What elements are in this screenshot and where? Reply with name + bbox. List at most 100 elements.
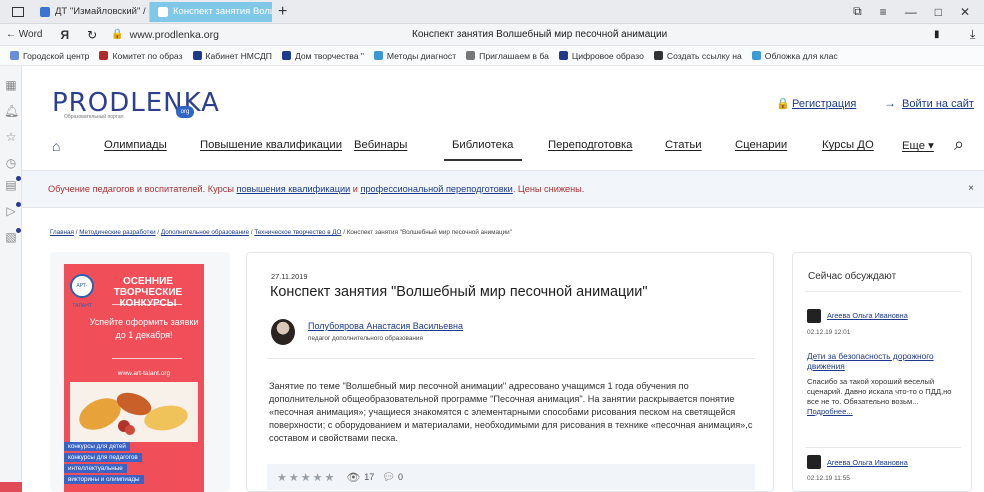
- new-tab-icon[interactable]: +: [278, 3, 287, 21]
- bookmark-label: Городской центр: [23, 50, 90, 61]
- nav-library[interactable]: Библиотека: [452, 139, 513, 151]
- window-controls: ⧉ ≡ — □ ✕: [853, 4, 984, 19]
- tab-favicon-icon: [40, 6, 50, 17]
- home-icon[interactable]: ⌂: [52, 138, 60, 154]
- nav-webinars[interactable]: Вебинары: [354, 139, 407, 151]
- nav-scenarios[interactable]: Сценарии: [735, 139, 787, 151]
- bookmark-label: Приглашаем в ба: [479, 50, 549, 61]
- register-link[interactable]: Регистрация: [792, 98, 856, 110]
- commenter-name[interactable]: Агеева Ольга Ивановна: [827, 311, 908, 320]
- main-nav: ⌂ Олимпиады Повышение квалификации Вебин…: [52, 134, 976, 162]
- reload-icon[interactable]: ↻: [87, 28, 97, 42]
- breadcrumb-current: Конспект занятия "Волшебный мир песочной…: [346, 229, 512, 236]
- article-meta: ★★★★★ 👁︎ 17 💬︎ 0: [267, 464, 755, 490]
- sidebar-toggle-icon[interactable]: [12, 6, 24, 17]
- back-button[interactable]: ← Word: [6, 29, 43, 40]
- divider: [267, 358, 755, 359]
- promo-banner: Обучение педагогов и воспитателей. Курсы…: [22, 170, 984, 208]
- rating-stars[interactable]: ★★★★★: [277, 471, 336, 484]
- bookmark-item[interactable]: Цифровое образо: [558, 50, 644, 61]
- page-title-in-addressbar: Конспект занятия Волшебный мир песочной …: [412, 29, 668, 40]
- bookmark-icon[interactable]: ▮: [934, 29, 940, 40]
- bookmark-item[interactable]: Обложка для клас: [751, 51, 838, 61]
- bookmark-item[interactable]: Приглашаем в ба: [466, 51, 549, 61]
- maximize-icon[interactable]: □: [935, 5, 942, 19]
- commenter-name[interactable]: Агеева Ольга Ивановна: [827, 458, 908, 467]
- bookmark-label: Методы диагност: [386, 50, 457, 61]
- nav-more[interactable]: Еще ▾: [902, 139, 934, 152]
- breadcrumb-link[interactable]: Техническое творчество в ДО: [254, 229, 341, 236]
- breadcrumb-link[interactable]: Дополнительное образование: [161, 229, 249, 236]
- ad-tag: викторины и олимпиады: [64, 475, 144, 484]
- search-icon[interactable]: ⌕: [954, 134, 964, 155]
- banner-link-qualification[interactable]: повышения квалификации: [236, 184, 350, 194]
- comment-icon: 💬︎: [382, 471, 395, 483]
- comment-time: 02.12.19 11:55: [807, 475, 850, 482]
- divider: [805, 291, 961, 292]
- menu-icon[interactable]: ≡: [880, 5, 887, 19]
- bookmark-favicon-icon: [751, 51, 761, 60]
- bookmark-label: Комитет по образ: [112, 50, 183, 61]
- ad-cta: Успейте оформить заявки до 1 декабря!: [89, 317, 199, 340]
- views-count: 17: [364, 472, 375, 482]
- minimize-icon[interactable]: —: [905, 5, 917, 19]
- bookmark-favicon-icon: [466, 51, 476, 60]
- nav-retraining[interactable]: Переподготовка: [548, 139, 632, 151]
- article-card: 27.11.2019 Конспект занятия "Волшебный м…: [246, 252, 774, 492]
- article-title: Конспект занятия "Волшебный мир песочной…: [270, 284, 648, 300]
- clock-icon[interactable]: ◷: [4, 156, 18, 170]
- bookmark-favicon-icon: [192, 51, 202, 60]
- bookmark-item[interactable]: Дом творчества ": [281, 51, 364, 61]
- bookmark-label: Кабинет НМСДП: [205, 50, 272, 61]
- browser-logo[interactable]: Я: [61, 28, 70, 42]
- commenter-avatar[interactable]: [807, 309, 821, 323]
- lock-icon: 🔒: [776, 98, 790, 110]
- bookmark-item[interactable]: Городской центр: [10, 51, 89, 61]
- star-icon[interactable]: ☆: [4, 130, 18, 144]
- collections-icon[interactable]: ▤: [4, 176, 21, 192]
- discussion-article-link[interactable]: Дети за безопасность дорожного движения: [807, 351, 963, 371]
- article-date: 27.11.2019: [271, 272, 308, 281]
- author-avatar[interactable]: [271, 319, 295, 345]
- active-nav-indicator: [444, 159, 522, 161]
- url-text[interactable]: www.prodlenka.org: [130, 29, 219, 41]
- breadcrumb-link[interactable]: Методические разработки: [79, 229, 155, 236]
- bookmark-label: Цифровое образо: [571, 50, 644, 61]
- nav-articles[interactable]: Статьи: [665, 139, 702, 151]
- bookmark-favicon-icon: [373, 51, 383, 60]
- nav-olympiads[interactable]: Олимпиады: [104, 139, 167, 151]
- breadcrumb-link[interactable]: Главная: [50, 229, 74, 236]
- arrow-right-icon: →: [884, 96, 896, 110]
- browser-tab-2[interactable]: Конспект занятия Волш ✕: [150, 1, 272, 22]
- bell-icon[interactable]: 🔔︎: [4, 104, 19, 118]
- author-role: педагог дополнительного образования: [308, 335, 423, 342]
- bookmark-favicon-icon: [558, 51, 568, 60]
- lock-icon[interactable]: 🔒: [111, 29, 123, 40]
- bookmark-item[interactable]: Создать ссылку на: [653, 51, 742, 61]
- bookmark-item[interactable]: Комитет по образ: [99, 50, 183, 61]
- banner-link-retraining[interactable]: профессиональной переподготовки: [360, 184, 512, 194]
- browser-tab-1[interactable]: ДТ "Измайловский" / Раб: [32, 1, 150, 22]
- bookmark-item[interactable]: Кабинет НМСДП: [192, 50, 272, 61]
- browser-sidebar: ▦ 🔔︎ ☆ ◷ ▤ ▷ ▧: [0, 66, 22, 492]
- comment-text: Спасибо за такой хороший веселый сценари…: [807, 377, 952, 416]
- notes-icon[interactable]: ▧: [4, 228, 21, 244]
- login-link[interactable]: Войти на сайт: [902, 98, 974, 110]
- nav-courses[interactable]: Курсы ДО: [822, 139, 874, 151]
- grid-icon[interactable]: ▦: [4, 78, 18, 92]
- close-banner-icon[interactable]: ×: [968, 183, 974, 194]
- author-link[interactable]: Полубоярова Анастасия Васильевна: [308, 321, 463, 331]
- ad-logo: АРТ-ТАЛАНТ: [70, 274, 94, 309]
- close-window-icon[interactable]: ✕: [960, 5, 970, 19]
- eye-icon: 👁︎: [346, 471, 361, 484]
- tab-list-icon[interactable]: ⧉: [853, 4, 862, 19]
- read-more-link[interactable]: Подробнее...: [807, 407, 853, 416]
- ad-divider: [112, 358, 182, 359]
- commenter-avatar[interactable]: [807, 455, 821, 469]
- play-icon[interactable]: ▷: [4, 202, 21, 218]
- banner-text: Обучение педагогов и воспитателей. Курсы…: [48, 184, 585, 194]
- ad-banner[interactable]: АРТ-ТАЛАНТ ОСЕННИЕ ТВОРЧЕСКИЕ КОНКУРСЫ У…: [64, 264, 204, 492]
- download-icon[interactable]: ⤓: [970, 27, 975, 42]
- nav-qualification[interactable]: Повышение квалификации: [200, 139, 342, 151]
- bookmark-item[interactable]: Методы диагност: [373, 50, 457, 61]
